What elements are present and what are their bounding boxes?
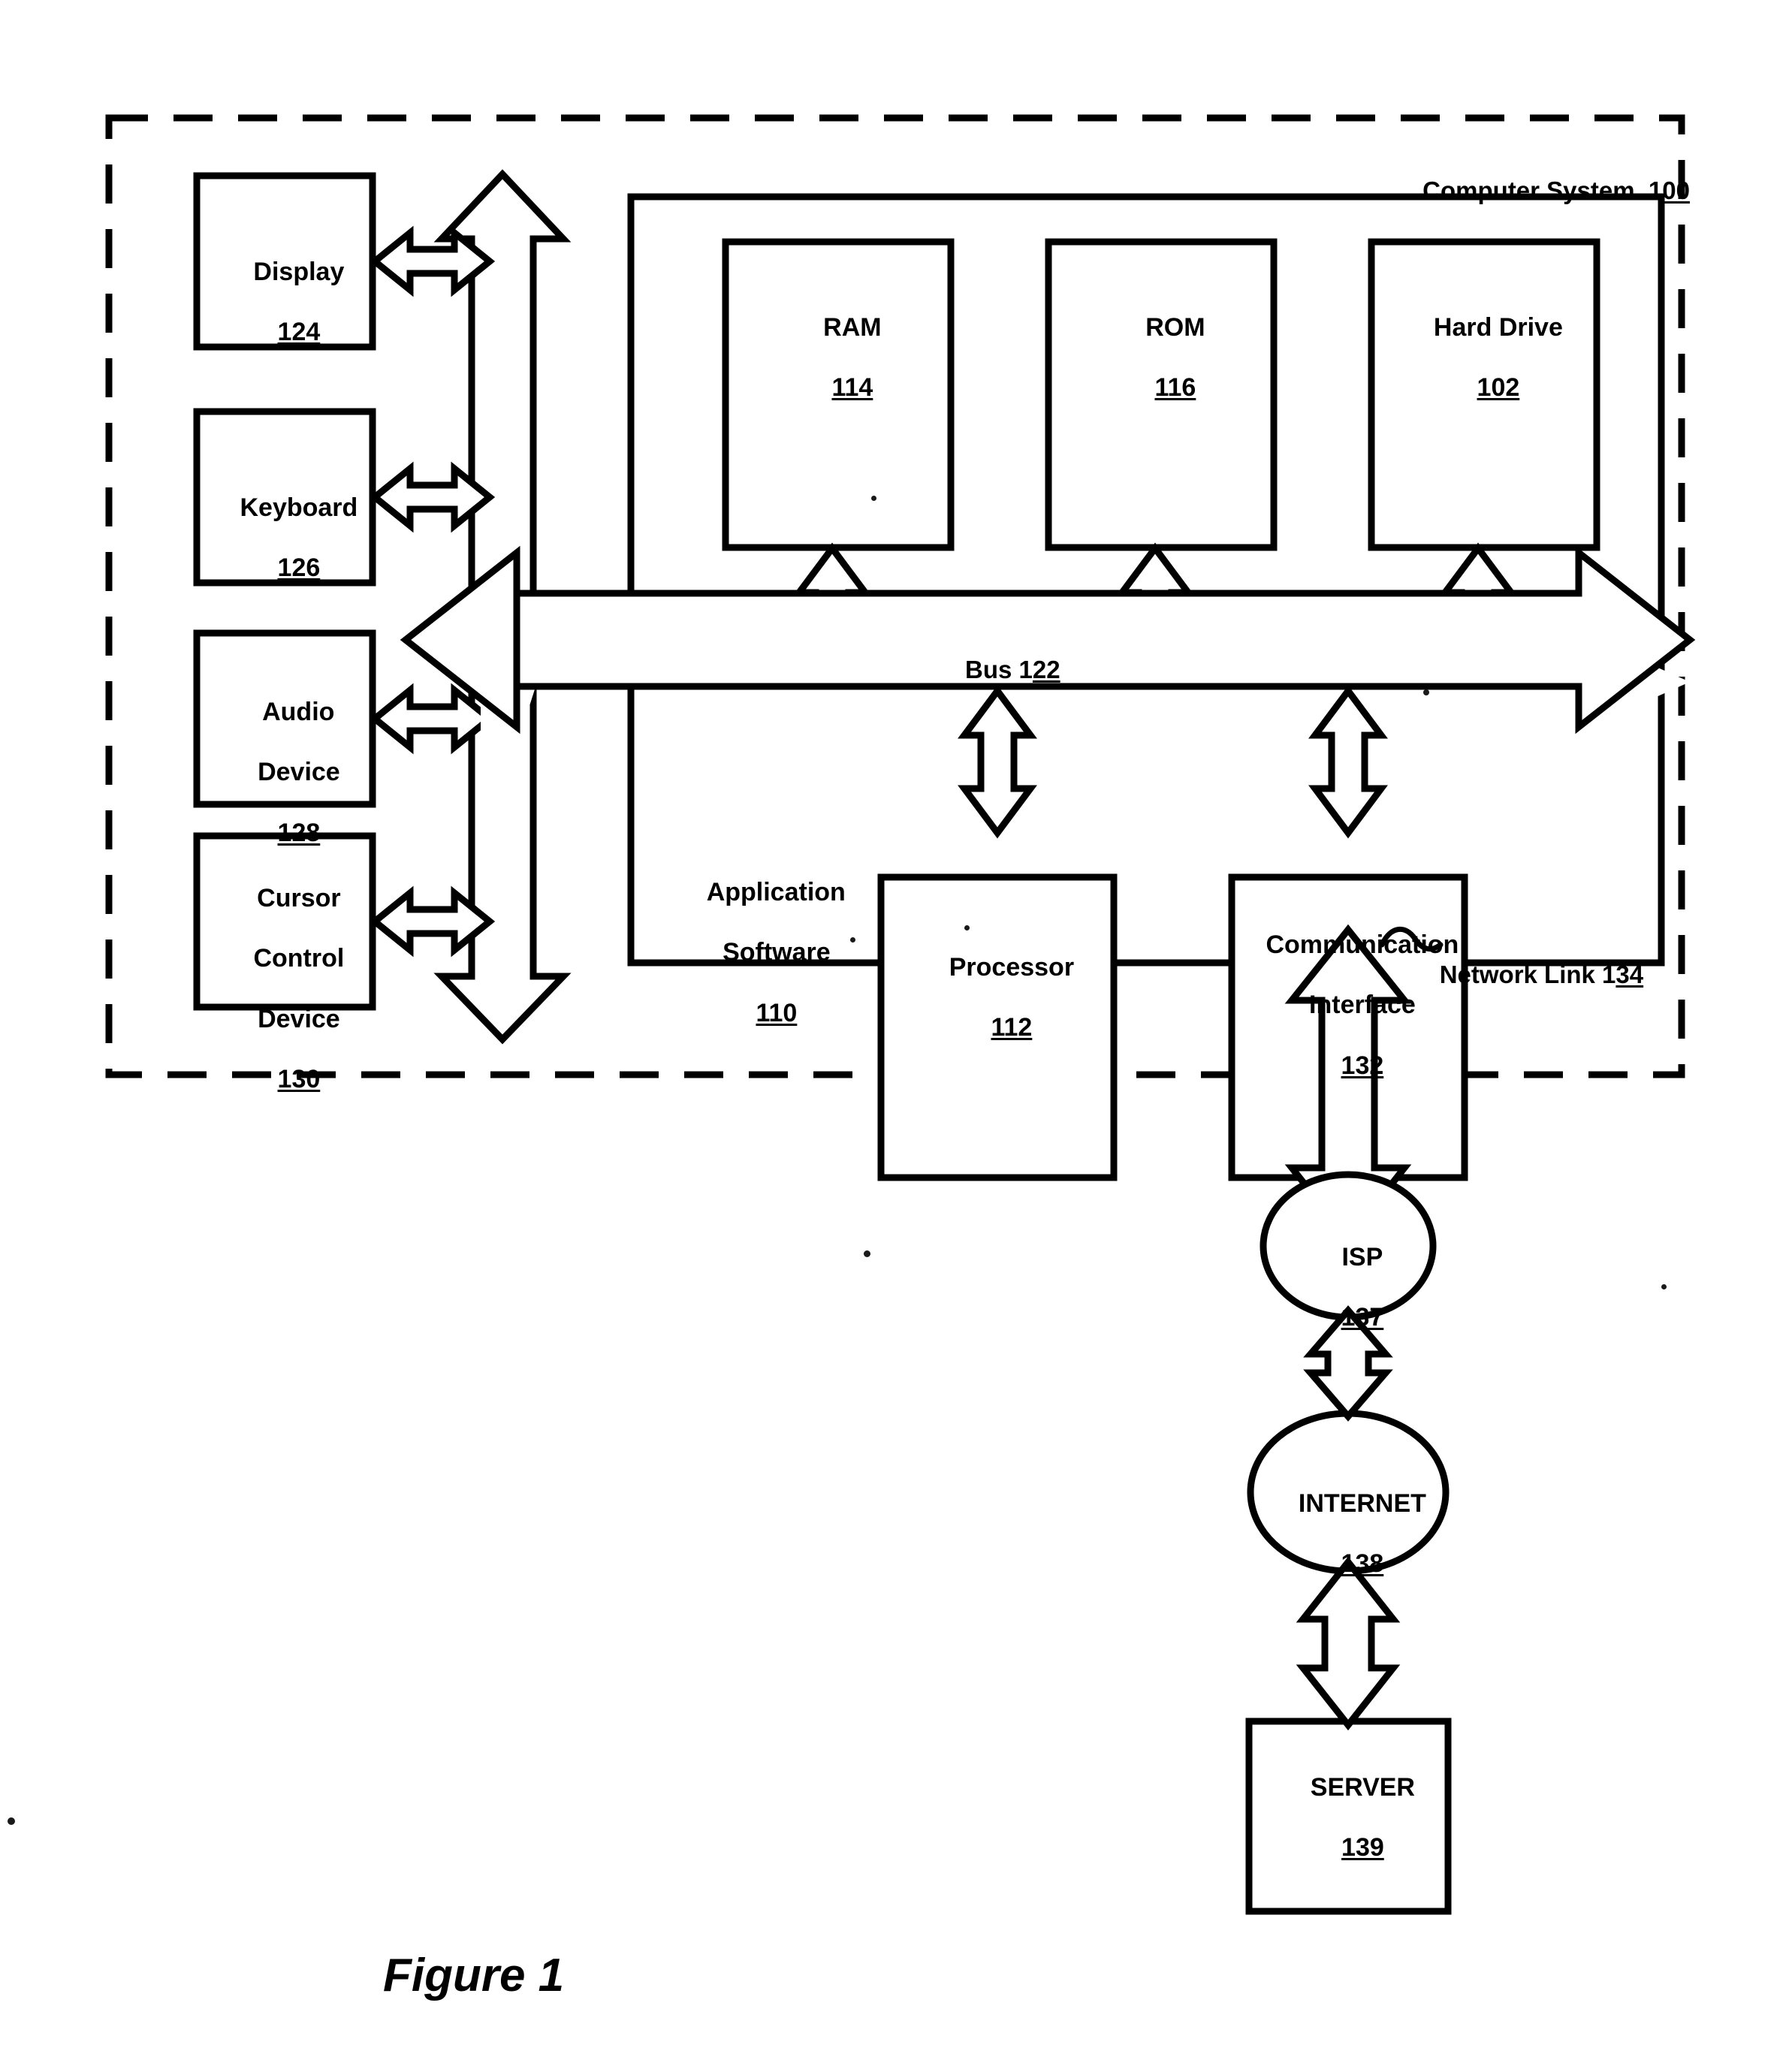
keyboard-box (193, 408, 376, 587)
scan-speck (1423, 689, 1429, 695)
cursor-control-device-box (193, 832, 376, 1011)
processor-bus-arrow (958, 685, 1037, 839)
hard-drive-box (1368, 238, 1600, 551)
scan-speck (1661, 1284, 1667, 1289)
figure-diagram (105, 114, 1696, 1915)
bus-arrow-outline (504, 545, 1696, 734)
server-box (1245, 1718, 1452, 1915)
scan-speck (8, 1817, 15, 1825)
scan-speck (850, 937, 855, 943)
patent-figure-page: Computer System 100 Display 124 Keyboard… (0, 0, 1792, 2066)
display-box (193, 172, 376, 351)
ram-box (722, 238, 955, 551)
internet-server-arrow (1296, 1556, 1401, 1731)
figure-caption: Figure 1 (383, 1950, 565, 2001)
scan-speck (864, 1250, 870, 1257)
internet-ellipse (1247, 1410, 1450, 1575)
scan-speck (871, 496, 876, 501)
audio-device-box (193, 629, 376, 808)
rom-box (1045, 238, 1278, 551)
scan-speck (964, 925, 970, 930)
comm-interface-bus-arrow (1308, 685, 1388, 839)
isp-ellipse (1260, 1171, 1437, 1321)
isp-internet-arrow (1303, 1305, 1393, 1422)
processor-box (877, 873, 1118, 1181)
